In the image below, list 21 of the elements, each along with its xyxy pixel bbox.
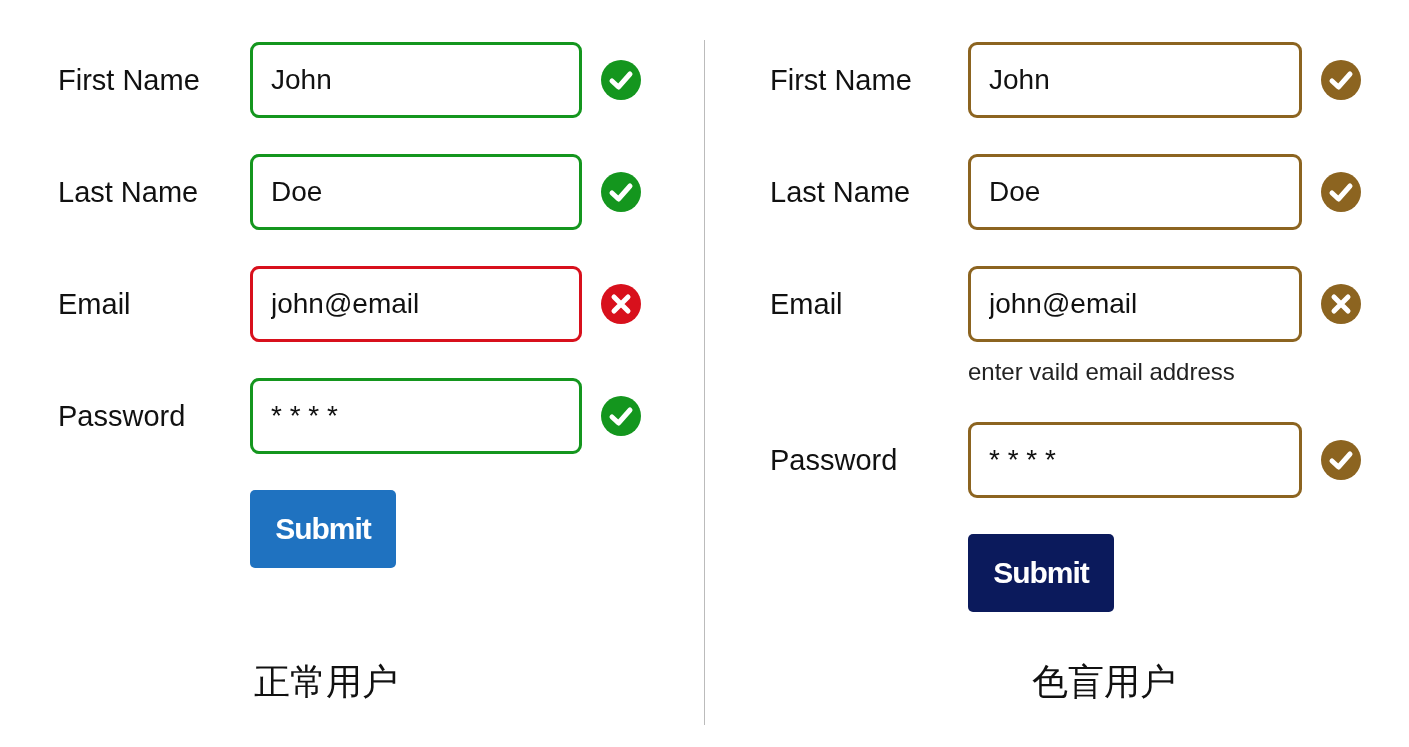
input-field[interactable]: John [968, 42, 1302, 118]
input-field[interactable]: * * * * [968, 422, 1302, 498]
field-label: Email [58, 287, 132, 321]
field-label: First Name [58, 63, 201, 97]
input-field[interactable]: * * * * [250, 378, 582, 454]
field-label: Password [770, 443, 899, 477]
error-message: enter vaild email address [968, 358, 1236, 386]
submit-button[interactable]: Submit [968, 534, 1114, 612]
panel-caption: 色盲用户 [1032, 660, 1176, 704]
panel-caption: 正常用户 [254, 660, 398, 704]
input-field[interactable]: john@email [968, 266, 1302, 342]
field-label: Email [770, 287, 844, 321]
input-field[interactable]: Doe [250, 154, 582, 230]
field-label: Last Name [58, 175, 200, 209]
field-label: First Name [770, 63, 913, 97]
field-label: Last Name [770, 175, 912, 209]
submit-button[interactable]: Submit [250, 490, 396, 568]
input-field[interactable]: Doe [968, 154, 1302, 230]
input-field[interactable]: john@email [250, 266, 582, 342]
input-field[interactable]: John [250, 42, 582, 118]
field-label: Password [58, 399, 187, 433]
